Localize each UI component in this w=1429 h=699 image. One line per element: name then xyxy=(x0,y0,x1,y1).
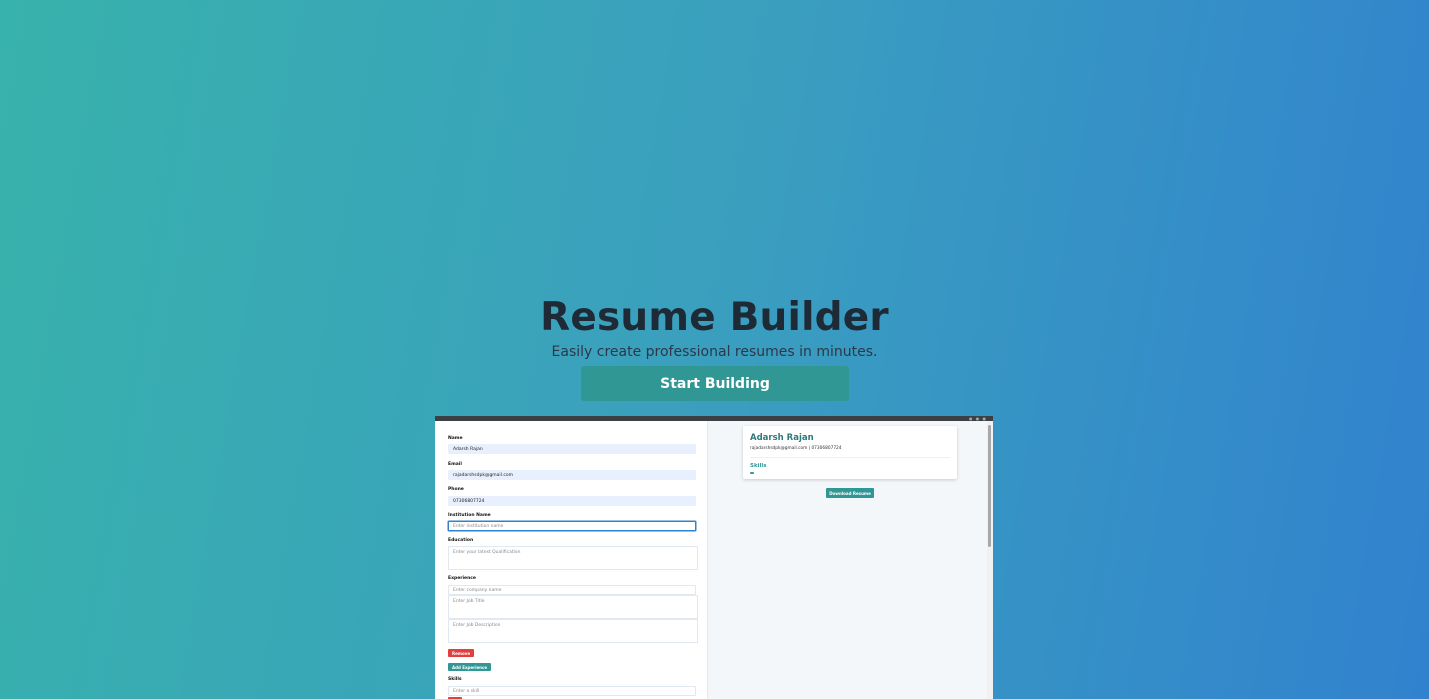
preview-skills-heading: Skills xyxy=(750,463,767,469)
preview-name: Adarsh Rajan xyxy=(750,433,814,443)
name-input[interactable]: Adarsh Rajan xyxy=(448,444,696,454)
skill-input[interactable]: Enter a skill xyxy=(448,686,696,696)
skills-label: Skills xyxy=(448,677,462,682)
page-subtitle: Easily create professional resumes in mi… xyxy=(551,344,878,360)
resume-form: Name Adarsh Rajan Email rajadarshsdpk@gm… xyxy=(435,421,708,699)
experience-label: Experience xyxy=(448,576,476,581)
phone-label: Phone xyxy=(448,487,464,492)
resume-preview: Adarsh Rajan rajadarshsdpk@gmail.com | 0… xyxy=(708,421,987,699)
job-description-textarea[interactable]: Enter Job Description xyxy=(448,619,698,643)
education-label: Education xyxy=(448,538,474,543)
company-input[interactable]: Enter company name xyxy=(448,585,696,595)
app-screenshot: ● ● ● Name Adarsh Rajan Email rajadarshs… xyxy=(435,416,993,699)
hero: Resume Builder Easily create professiona… xyxy=(0,296,1429,361)
scrollbar[interactable] xyxy=(987,421,993,699)
institution-input[interactable]: Enter institution name xyxy=(448,521,696,531)
resume-card: Adarsh Rajan rajadarshsdpk@gmail.com | 0… xyxy=(743,426,957,479)
preview-contact: rajadarshsdpk@gmail.com | 07306807724 xyxy=(750,446,842,451)
add-experience-button[interactable]: Add Experience xyxy=(448,663,492,671)
page-title: Resume Builder xyxy=(540,295,889,340)
education-textarea[interactable]: Enter your latest Qualification xyxy=(448,546,698,570)
skill-chip xyxy=(750,472,754,474)
phone-input[interactable]: 07306807724 xyxy=(448,496,696,506)
job-title-textarea[interactable]: Enter Job Title xyxy=(448,595,698,619)
email-input[interactable]: rajadarshsdpk@gmail.com xyxy=(448,470,696,480)
remove-experience-button[interactable]: Remove xyxy=(448,649,475,657)
download-resume-button[interactable]: Download Resume xyxy=(826,488,874,498)
email-label: Email xyxy=(448,462,462,467)
start-building-button[interactable]: Start Building xyxy=(581,366,849,401)
name-label: Name xyxy=(448,436,463,441)
institution-label: Institution Name xyxy=(448,513,491,518)
scrollbar-thumb[interactable] xyxy=(988,425,991,547)
divider xyxy=(750,457,950,458)
